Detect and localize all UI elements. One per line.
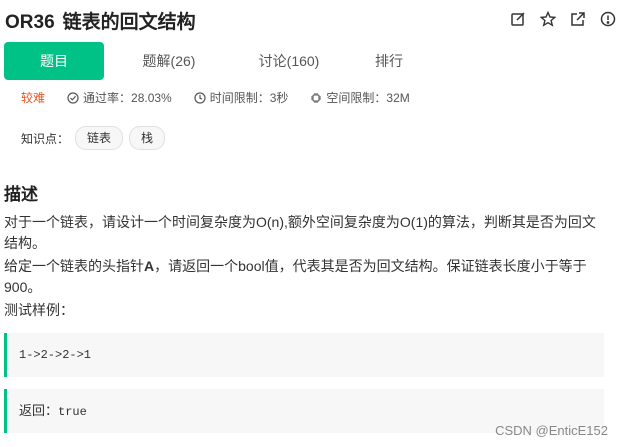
knowledge-label: 知识点： [21, 131, 70, 146]
return-label: 返回： [19, 403, 59, 418]
example-input: 1->2->2->1 [19, 348, 92, 362]
time-limit-text: 时间限制：3秒 [209, 91, 289, 105]
description-paragraph-2: 给定一个链表的头指针A，请返回一个bool值，代表其是否为回文结构。保证链表长度… [4, 256, 604, 298]
p2-bold: A [144, 258, 155, 274]
difficulty-badge: 较难 [21, 91, 46, 105]
test-sample-label: 测试样例： [4, 302, 74, 318]
info-icon[interactable] [599, 10, 617, 28]
pass-rate-text: 通过率：28.03% [83, 91, 172, 105]
chip-icon [311, 92, 322, 103]
title-toolbar [509, 10, 617, 28]
p2-prefix: 给定一个链表的头指针 [4, 258, 144, 274]
tab-solutions[interactable]: 题解(26) [104, 42, 234, 80]
tag-linked-list[interactable]: 链表 [75, 126, 124, 150]
space-limit-text: 空间限制：32M [326, 91, 410, 105]
check-circle-icon [67, 91, 79, 104]
example-input-block: 1->2->2->1 [4, 333, 604, 377]
knowledge-points: 知识点： 链表 栈 [21, 126, 166, 150]
tab-discussion[interactable]: 讨论(160) [234, 42, 344, 80]
problem-code: OR36 [5, 12, 55, 33]
share-icon[interactable] [569, 10, 587, 28]
star-icon[interactable] [539, 10, 557, 28]
tab-problem[interactable]: 题目 [4, 42, 104, 80]
problem-meta: 较难 通过率：28.03% 时间限制：3秒 空间限制：32M [21, 89, 432, 106]
description-heading: 描述 [4, 185, 38, 204]
tag-stack[interactable]: 栈 [129, 126, 166, 150]
return-value: true [58, 405, 87, 419]
pass-rate: 通过率：28.03% [67, 89, 172, 106]
title-bar: OR36 链表的回文结构 [0, 0, 624, 38]
description-paragraph-1: 对于一个链表，请设计一个时间复杂度为O(n),额外空间复杂度为O(1)的算法，判… [4, 214, 596, 251]
tab-bar: 题目 题解(26) 讨论(160) 排行 [4, 42, 434, 80]
edit-icon[interactable] [509, 10, 527, 28]
time-limit: 时间限制：3秒 [194, 89, 289, 106]
page-title: OR36 链表的回文结构 [5, 7, 196, 34]
tab-ranking[interactable]: 排行 [344, 42, 434, 80]
watermark: CSDN @EnticE152 [495, 423, 608, 438]
problem-title: 链表的回文结构 [62, 12, 196, 33]
clock-icon [194, 91, 206, 104]
space-limit: 空间限制：32M [310, 89, 410, 106]
